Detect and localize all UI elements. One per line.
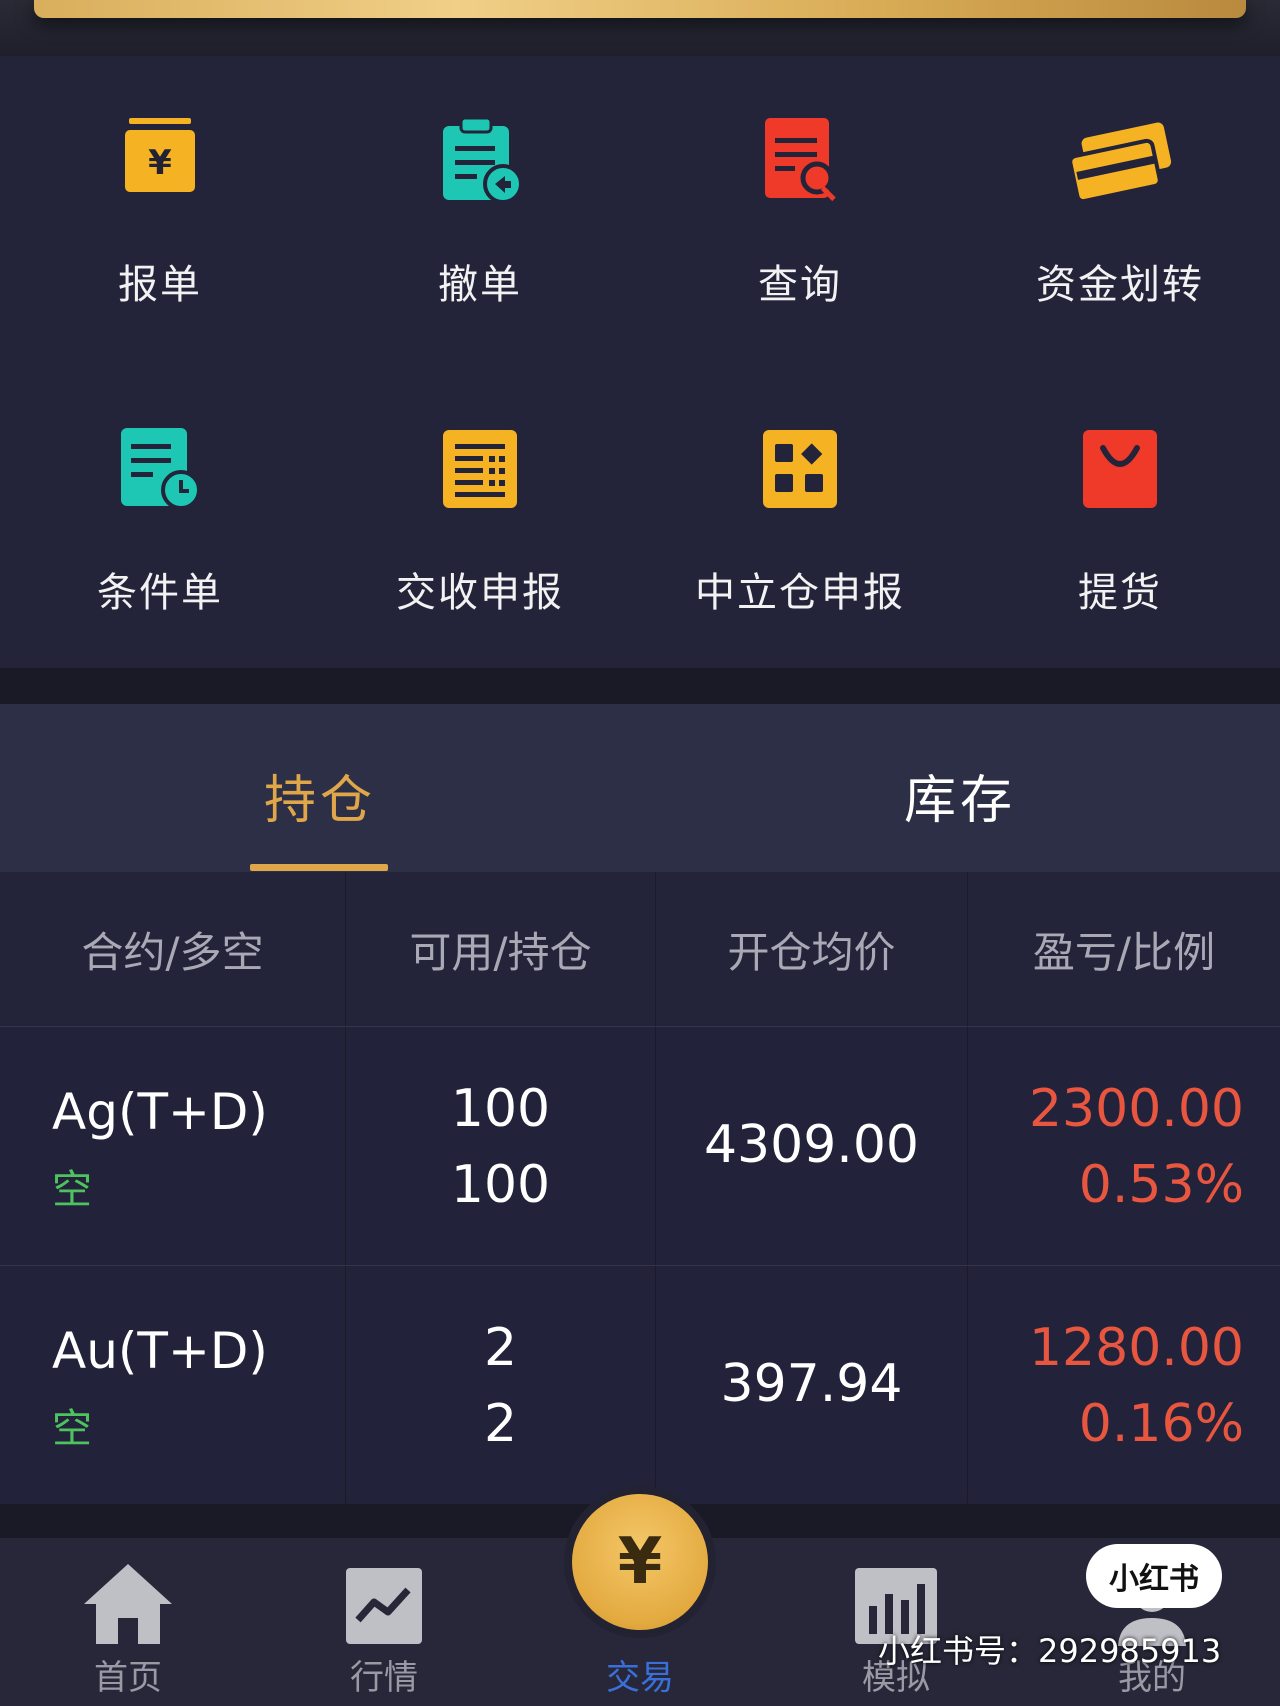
pickup-bag-icon <box>1083 430 1157 508</box>
nav-market[interactable]: 行情 <box>256 1538 512 1706</box>
direction-label: 空 <box>52 1167 92 1213</box>
action-label: 交收申报 <box>396 570 564 616</box>
quantity-cell: 100 100 <box>346 1027 656 1265</box>
action-label: 资金划转 <box>1036 262 1204 308</box>
pnl-cell: 2300.00 0.53% <box>968 1027 1280 1265</box>
contract-cell: Ag(T+D) 空 <box>0 1027 346 1265</box>
nav-label: 交易 <box>606 1658 674 1698</box>
tab-label: 库存 <box>903 771 1016 831</box>
tab-inventory[interactable]: 库存 <box>640 704 1280 872</box>
neutral-warehouse-icon <box>763 430 837 508</box>
avg-price: 397.94 <box>720 1354 903 1414</box>
tab-label: 持仓 <box>263 771 376 831</box>
action-delivery-declaration[interactable]: 交收申报 <box>320 362 640 668</box>
action-label: 中立仓申报 <box>695 570 905 616</box>
table-row[interactable]: Ag(T+D) 空 100 100 4309.00 2300.00 0.53% <box>0 1026 1280 1265</box>
contract-cell: Au(T+D) 空 <box>0 1266 346 1504</box>
order-yen-icon: ¥ <box>125 118 195 192</box>
nav-label: 首页 <box>94 1658 162 1698</box>
action-fund-transfer[interactable]: 资金划转 <box>960 56 1280 362</box>
svg-text:¥: ¥ <box>148 143 172 183</box>
nav-home[interactable]: 首页 <box>0 1538 256 1706</box>
nav-simulate[interactable]: 模拟 <box>768 1538 1024 1706</box>
column-header[interactable]: 盈亏/比例 <box>968 872 1280 1026</box>
pnl-cell: 1280.00 0.16% <box>968 1266 1280 1504</box>
action-label: 报单 <box>118 262 202 308</box>
watermark-badge: 小红书 <box>1086 1544 1222 1608</box>
action-conditional-order[interactable]: 条件单 <box>0 362 320 668</box>
action-label: 条件单 <box>97 570 223 616</box>
action-label: 撤单 <box>438 262 522 308</box>
trade-center-button[interactable]: ¥ <box>572 1494 708 1630</box>
column-header[interactable]: 开仓均价 <box>656 872 968 1026</box>
avg-price-cell: 397.94 <box>656 1266 968 1504</box>
pnl-value: 1280.00 <box>1028 1318 1244 1378</box>
query-search-icon <box>765 118 836 202</box>
top-banner <box>0 0 1280 56</box>
action-query[interactable]: 查询 <box>640 56 960 362</box>
holding-qty: 100 <box>450 1155 551 1215</box>
column-header[interactable]: 合约/多空 <box>0 872 346 1026</box>
tab-positions[interactable]: 持仓 <box>0 704 640 872</box>
table-row[interactable]: Au(T+D) 空 2 2 397.94 1280.00 0.16% <box>0 1265 1280 1504</box>
direction-label: 空 <box>52 1406 92 1452</box>
action-place-order[interactable]: ¥ 报单 <box>0 56 320 362</box>
gold-banner-bar[interactable] <box>34 0 1246 18</box>
action-label: 查询 <box>758 262 842 308</box>
available-qty: 2 <box>483 1318 518 1378</box>
avg-price-cell: 4309.00 <box>656 1027 968 1265</box>
contract-name: Au(T+D) <box>52 1322 268 1380</box>
available-qty: 100 <box>450 1079 551 1139</box>
holding-qty: 2 <box>483 1394 518 1454</box>
action-label: 提货 <box>1078 570 1162 616</box>
pnl-ratio: 0.53% <box>1078 1155 1244 1215</box>
trade-yen-icon: ¥ <box>617 1525 663 1599</box>
avg-price: 4309.00 <box>703 1115 920 1175</box>
quick-actions-grid: ¥ 报单 撤单 查询 资金划转 条件单 交收申报 中立仓申报 提货 <box>0 56 1280 668</box>
action-cancel-order[interactable]: 撤单 <box>320 56 640 362</box>
conditional-order-clock-icon <box>121 428 201 510</box>
action-neutral-warehouse[interactable]: 中立仓申报 <box>640 362 960 668</box>
quantity-cell: 2 2 <box>346 1266 656 1504</box>
column-header[interactable]: 可用/持仓 <box>346 872 656 1026</box>
watermark-text: 小红书号：292985913 <box>878 1632 1222 1670</box>
position-tabs: 持仓 库存 <box>0 704 1280 872</box>
market-chart-icon <box>346 1568 422 1644</box>
nav-label: 行情 <box>350 1658 418 1698</box>
tab-active-indicator <box>250 864 388 871</box>
contract-name: Ag(T+D) <box>52 1083 268 1141</box>
pnl-value: 2300.00 <box>1028 1079 1244 1139</box>
table-header: 合约/多空 可用/持仓 开仓均价 盈亏/比例 <box>0 872 1280 1026</box>
delivery-declaration-icon <box>443 430 517 508</box>
fund-transfer-card-icon <box>1068 122 1172 204</box>
home-icon <box>84 1564 172 1644</box>
action-pickup[interactable]: 提货 <box>960 362 1280 668</box>
cancel-order-icon <box>443 116 523 204</box>
pnl-ratio: 0.16% <box>1078 1394 1244 1454</box>
section-divider <box>0 668 1280 704</box>
